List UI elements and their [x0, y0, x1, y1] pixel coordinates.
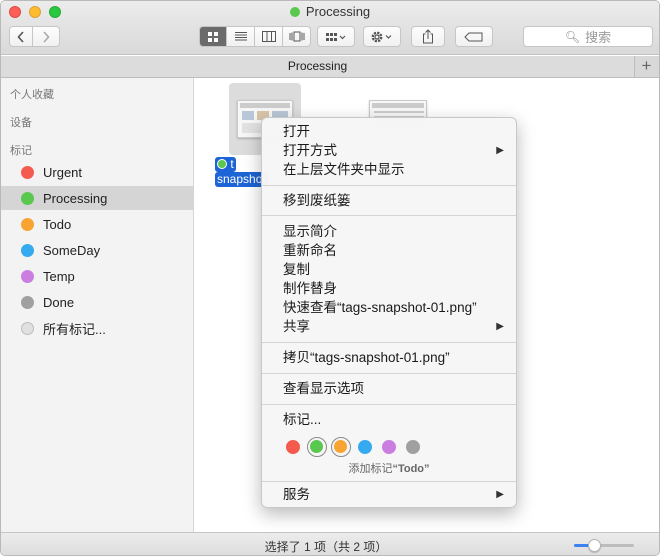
- sidebar-item-label: Urgent: [43, 164, 83, 180]
- submenu-arrow-icon: ▶: [496, 489, 504, 500]
- tag-color-dot: [21, 217, 34, 231]
- sidebar-section-devices[interactable]: 设备: [10, 114, 32, 130]
- chevron-right-icon: [43, 30, 50, 43]
- tab-bar: Processing +: [1, 56, 659, 78]
- tag-color-dot: [21, 269, 34, 283]
- sidebar-item-all-tags[interactable]: 所有标记...: [1, 316, 194, 340]
- share-button[interactable]: [411, 26, 445, 47]
- file-name-label[interactable]: t snapshot: [215, 157, 268, 187]
- menu-separator: [262, 481, 516, 482]
- group-by-button[interactable]: [317, 26, 355, 47]
- file-name-line2: snapshot: [215, 172, 268, 187]
- status-bar: 选择了 1 项（共 2 项）: [1, 532, 659, 555]
- search-placeholder: 搜索: [585, 30, 612, 45]
- tag-color-dot: [21, 295, 34, 309]
- list-view-button[interactable]: [227, 26, 255, 47]
- menu-item-make-alias[interactable]: 制作替身: [262, 279, 516, 298]
- group-icon: [326, 32, 346, 41]
- new-tab-button[interactable]: +: [634, 56, 659, 77]
- sidebar-item-label: Processing: [43, 190, 108, 206]
- columns-icon: [261, 31, 276, 42]
- icon-size-slider[interactable]: [574, 544, 634, 547]
- sidebar-section-favorites[interactable]: 个人收藏: [10, 86, 54, 102]
- list-icon: [234, 32, 247, 41]
- window-tag-dot: [289, 7, 300, 17]
- sidebar-item-label: Done: [43, 294, 75, 310]
- menu-item-tags[interactable]: 标记...: [262, 410, 516, 429]
- back-button[interactable]: [9, 26, 33, 47]
- menu-item-copy[interactable]: 拷贝“tags-snapshot-01.png”: [262, 348, 516, 367]
- tab-processing[interactable]: Processing: [1, 56, 635, 77]
- menu-item-open-with[interactable]: 打开方式 ▶: [262, 141, 516, 160]
- cover-flow-view-button[interactable]: [283, 26, 311, 47]
- sidebar-item-temp[interactable]: Temp: [1, 264, 194, 288]
- sidebar-item-label: Todo: [43, 216, 72, 232]
- menu-item-open[interactable]: 打开: [262, 122, 516, 141]
- column-view-button[interactable]: [255, 26, 283, 47]
- sidebar-section-tags[interactable]: 标记: [10, 142, 32, 158]
- tag-color-dot: [21, 165, 34, 179]
- tag-purple-button[interactable]: [382, 440, 396, 454]
- search-field[interactable]: 🔍︎ 搜索: [523, 26, 653, 47]
- tag-icon: [464, 32, 483, 41]
- chevron-left-icon: [17, 30, 24, 43]
- share-icon: [423, 29, 433, 44]
- icon-grid-icon: [208, 31, 218, 42]
- sidebar-item-label: SomeDay: [43, 242, 101, 258]
- sidebar-item-label: 所有标记...: [43, 321, 106, 337]
- menu-item-show-in-enclosing-folder[interactable]: 在上层文件夹中显示: [262, 160, 516, 179]
- action-button[interactable]: [363, 26, 401, 47]
- file-name-line1: t: [215, 157, 236, 172]
- menu-separator: [262, 215, 516, 216]
- sidebar-item-urgent[interactable]: Urgent: [1, 160, 194, 184]
- gear-icon: [371, 31, 392, 42]
- menu-item-services[interactable]: 服务 ▶: [262, 485, 516, 504]
- tag-gray-button[interactable]: [406, 440, 420, 454]
- menu-item-rename[interactable]: 重新命名: [262, 241, 516, 260]
- tag-blue-button[interactable]: [358, 440, 372, 454]
- sidebar-item-processing[interactable]: Processing: [1, 186, 194, 210]
- tag-green-button[interactable]: [307, 437, 327, 457]
- edit-tags-button[interactable]: [455, 26, 493, 47]
- forward-button[interactable]: [32, 26, 60, 47]
- all-tags-icon: [21, 321, 34, 335]
- cover-flow-icon: [289, 31, 304, 42]
- menu-item-show-view-options[interactable]: 查看显示选项: [262, 379, 516, 398]
- file-tag-dot: [217, 159, 227, 169]
- menu-item-get-info[interactable]: 显示简介: [262, 222, 516, 241]
- slider-knob[interactable]: [587, 539, 601, 552]
- menu-separator: [262, 185, 516, 186]
- sidebar-item-someday[interactable]: SomeDay: [1, 238, 194, 262]
- sidebar-item-todo[interactable]: Todo: [1, 212, 194, 236]
- toolbar: Processing 🔍︎ 搜索: [1, 1, 659, 55]
- tag-hint-text: 添加标记“Todo”: [348, 463, 430, 475]
- menu-separator: [262, 404, 516, 405]
- context-menu: 打开 打开方式 ▶ 在上层文件夹中显示 移到废纸篓 显示简介 重新命名 复制 制作…: [261, 117, 517, 508]
- menu-item-duplicate[interactable]: 复制: [262, 260, 516, 279]
- tag-color-dot: [21, 243, 34, 257]
- tag-orange-button[interactable]: [331, 437, 351, 457]
- sidebar-item-label: Temp: [43, 268, 75, 284]
- window-title: Processing: [1, 4, 659, 19]
- sidebar: 个人收藏 设备 标记 Urgent Processing Todo SomeDa…: [1, 78, 194, 532]
- menu-separator: [262, 373, 516, 374]
- view-mode-control: [199, 26, 311, 47]
- search-icon: 🔍︎: [564, 29, 581, 44]
- menu-item-move-to-trash[interactable]: 移到废纸篓: [262, 191, 516, 210]
- submenu-arrow-icon: ▶: [496, 145, 504, 156]
- submenu-arrow-icon: ▶: [496, 321, 504, 332]
- menu-separator: [262, 342, 516, 343]
- menu-item-share[interactable]: 共享 ▶: [262, 317, 516, 336]
- finder-window: Processing 🔍︎ 搜索 Processing + 个人收藏 设备 标记…: [0, 0, 660, 556]
- tag-red-button[interactable]: [286, 440, 300, 454]
- menu-item-quick-look[interactable]: 快速查看“tags-snapshot-01.png”: [262, 298, 516, 317]
- selection-status: 选择了 1 项（共 2 项）: [264, 540, 388, 554]
- sidebar-item-done[interactable]: Done: [1, 290, 194, 314]
- icon-view-button[interactable]: [199, 26, 227, 47]
- tag-color-dot: [21, 191, 34, 205]
